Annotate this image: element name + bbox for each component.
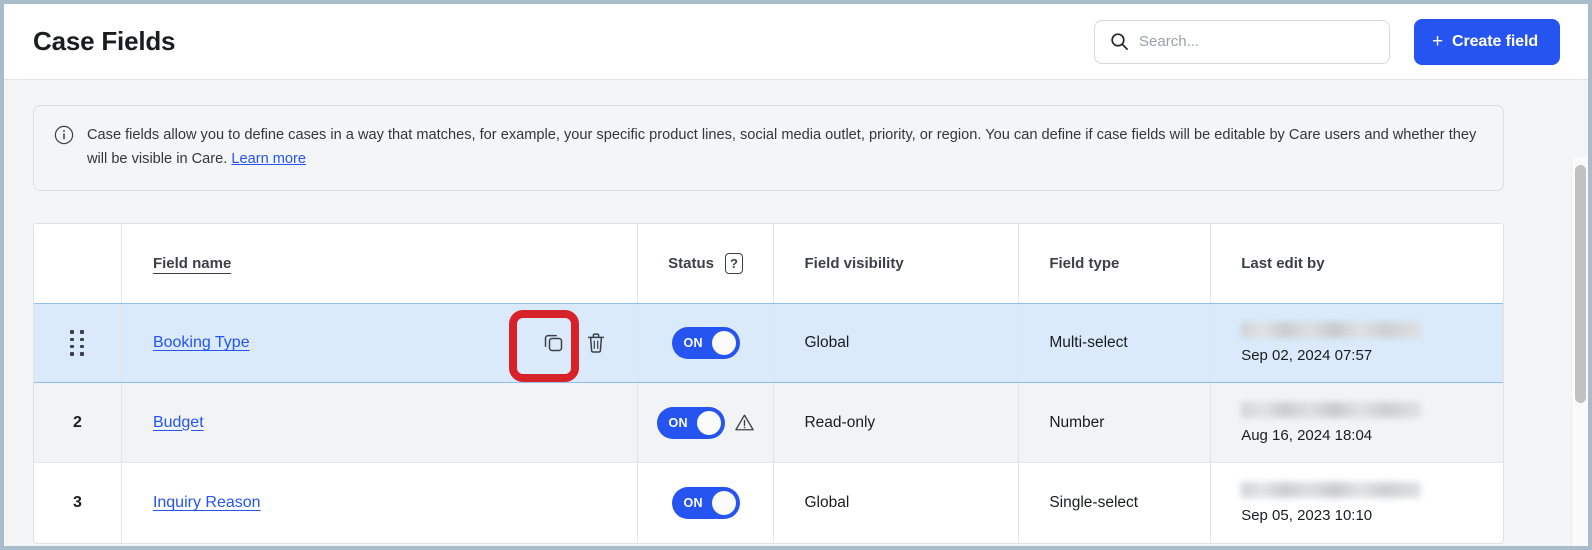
header-cell-field-visibility: Field visibility [774,224,1019,303]
header-field-visibility-label: Field visibility [804,255,903,272]
field-visibility-value: Global [804,334,849,352]
drag-handle-icon[interactable] [70,330,84,356]
header-cell-status: Status ? [638,224,775,303]
row-field-type-cell: Multi-select [1019,304,1211,382]
field-name-link[interactable]: Budget [153,414,204,432]
case-fields-table: Field name Status ? Field visibility Fie… [33,223,1504,544]
field-name-link[interactable]: Booking Type [153,334,250,352]
scrollbar-thumb[interactable] [1575,165,1586,403]
header-field-type-label: Field type [1049,255,1119,272]
field-name-link[interactable]: Inquiry Reason [153,494,261,512]
warning-triangle-icon[interactable] [734,412,755,433]
row-status-cell: ON [638,383,775,462]
page-body: Case fields allow you to define cases in… [4,80,1588,546]
redacted-user-name [1241,482,1421,498]
last-edit-date: Sep 05, 2023 10:10 [1241,507,1372,524]
last-edit-date: Sep 02, 2024 07:57 [1241,347,1372,364]
header-cell-order [34,224,122,303]
status-toggle[interactable]: ON [672,327,740,359]
row-field-type-cell: Number [1019,383,1211,462]
header-cell-field-type: Field type [1019,224,1211,303]
table-row[interactable]: Booking Type [34,303,1503,383]
redacted-user-name [1241,402,1421,418]
header-status-label: Status [668,255,714,272]
header-actions: + Create field [1094,19,1560,65]
table-header-row: Field name Status ? Field visibility Fie… [34,224,1503,304]
status-help-icon[interactable]: ? [725,253,743,274]
row-field-name-cell: Booking Type [122,304,638,382]
search-box[interactable] [1094,20,1390,64]
trash-icon[interactable] [585,331,607,355]
toggle-knob [697,411,721,435]
info-banner-text: Case fields allow you to define cases in… [87,123,1482,171]
status-toggle-label: ON [684,336,703,350]
status-toggle-label: ON [684,496,703,510]
info-banner: Case fields allow you to define cases in… [33,105,1504,191]
field-visibility-value: Global [804,494,849,512]
row-order-number: 2 [73,414,82,432]
page-title: Case Fields [33,26,175,57]
table-row[interactable]: 2 Budget ON [34,383,1503,463]
create-field-label: Create field [1452,33,1538,51]
field-visibility-value: Read-only [804,414,875,432]
row-last-edit-cell: Sep 05, 2023 10:10 [1211,463,1503,543]
row-status-cell: ON [638,463,775,543]
row-last-edit-cell: Aug 16, 2024 18:04 [1211,383,1503,462]
toggle-knob [712,491,736,515]
row-action-buttons [543,331,607,355]
table-row[interactable]: 3 Inquiry Reason ON G [34,463,1503,543]
search-input[interactable] [1139,33,1369,50]
field-type-value: Multi-select [1049,334,1127,352]
last-edit-date: Aug 16, 2024 18:04 [1241,427,1372,444]
app-window: Case Fields + Create field [0,0,1592,550]
page-header: Case Fields + Create field [4,4,1588,80]
row-order-cell: 2 [34,383,122,462]
copy-icon[interactable] [543,331,565,355]
search-icon [1110,32,1129,51]
row-order-cell: 3 [34,463,122,543]
row-last-edit-cell: Sep 02, 2024 07:57 [1211,304,1503,382]
header-field-name-label: Field name [153,255,231,272]
vertical-scrollbar[interactable] [1571,157,1588,546]
field-type-value: Number [1049,414,1104,432]
info-circle-icon [54,125,74,145]
learn-more-link[interactable]: Learn more [231,151,306,167]
create-field-button[interactable]: + Create field [1414,19,1560,65]
header-cell-last-edit-by: Last edit by [1211,224,1503,303]
row-order-number: 3 [73,494,82,512]
row-order-cell [34,304,122,382]
redacted-user-name [1241,322,1421,338]
status-toggle[interactable]: ON [672,487,740,519]
row-field-name-cell: Inquiry Reason [122,463,638,543]
row-status-cell: ON [638,304,775,382]
plus-icon: + [1432,32,1443,51]
status-toggle-label: ON [669,416,688,430]
toggle-knob [712,331,736,355]
field-type-value: Single-select [1049,494,1138,512]
header-last-edit-by-label: Last edit by [1241,255,1324,272]
row-field-visibility-cell: Global [774,304,1019,382]
status-toggle[interactable]: ON [657,407,725,439]
row-field-type-cell: Single-select [1019,463,1211,543]
row-field-name-cell: Budget [122,383,638,462]
row-field-visibility-cell: Global [774,463,1019,543]
header-cell-field-name[interactable]: Field name [122,224,638,303]
row-field-visibility-cell: Read-only [774,383,1019,462]
